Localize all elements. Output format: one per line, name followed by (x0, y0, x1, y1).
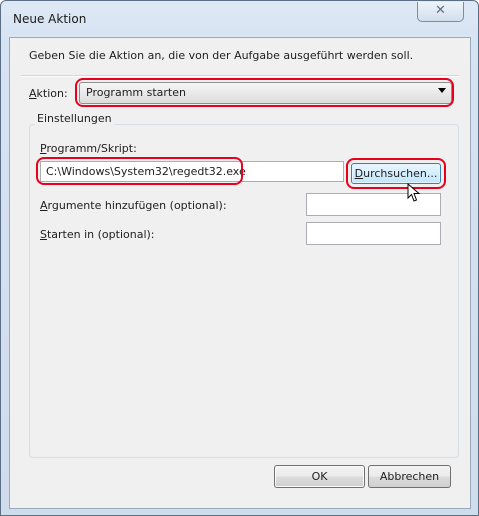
close-icon: ✕ (435, 3, 446, 18)
settings-group-title: Einstellungen (35, 112, 114, 125)
cancel-button[interactable]: Abbrechen (368, 465, 451, 488)
chevron-down-icon (438, 88, 446, 93)
cancel-button-label: Abbrechen (379, 470, 440, 483)
browse-button[interactable]: Durchsuchen... (351, 163, 441, 184)
window-title: Neue Aktion (13, 12, 87, 26)
action-selected-value: Programm starten (86, 86, 186, 99)
browse-button-label: Durchsuchen... (354, 167, 438, 180)
action-label: Aktion: (29, 87, 68, 100)
dialog-content: Geben Sie die Aktion an, die von der Auf… (9, 37, 471, 509)
ok-button-label: OK (311, 470, 328, 483)
mouse-cursor-icon (407, 183, 421, 202)
intro-text: Geben Sie die Aktion an, die von der Auf… (29, 49, 414, 62)
separator (21, 75, 459, 77)
program-input-value: C:\Windows\System32\regedt32.exe (46, 165, 246, 178)
title-bar[interactable]: Neue Aktion ✕ (1, 1, 478, 37)
program-input[interactable]: C:\Windows\System32\regedt32.exe (40, 161, 344, 182)
action-dropdown[interactable]: Programm starten (79, 82, 452, 104)
arguments-label: Argumente hinzufügen (optional): (40, 199, 227, 212)
start-in-label: Starten in (optional): (40, 228, 155, 241)
close-button[interactable]: ✕ (417, 2, 464, 22)
ok-button[interactable]: OK (274, 465, 365, 488)
start-in-input[interactable] (306, 222, 441, 245)
dialog-window: Neue Aktion ✕ Geben Sie die Aktion an, d… (0, 0, 479, 516)
program-label: Programm/Skript: (40, 142, 137, 155)
